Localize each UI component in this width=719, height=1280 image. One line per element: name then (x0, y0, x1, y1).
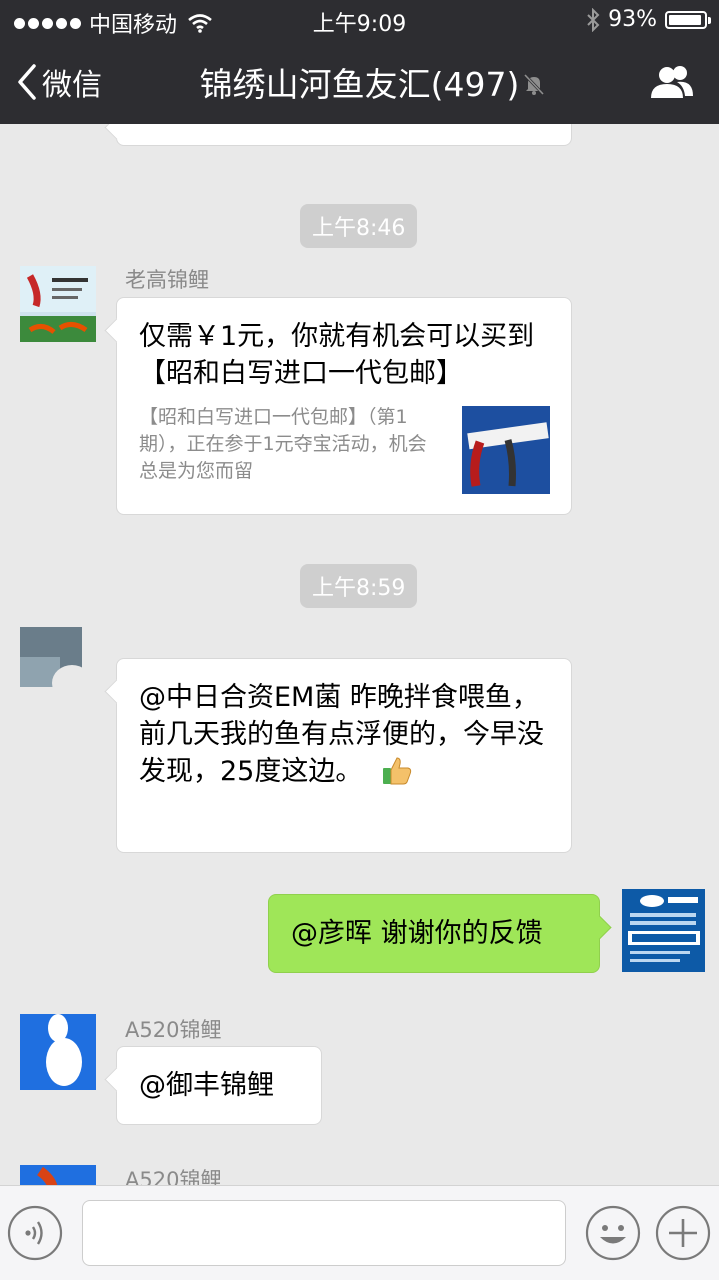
input-toolbar (0, 1185, 719, 1280)
timestamp: 上午8:59 (300, 564, 418, 608)
nav-bar: 微信 锦绣山河鱼友汇(497) (0, 40, 719, 124)
sender-name: A520锦鲤 (125, 1018, 222, 1042)
avatar[interactable] (20, 1014, 96, 1090)
user-avatar-image (20, 1014, 96, 1090)
sent-message-bubble[interactable]: @彦晖 谢谢你的反馈 (268, 894, 600, 973)
my-avatar[interactable] (622, 889, 705, 972)
shared-link-card[interactable]: 仅需￥1元，你就有机会可以买到【昭和白写进口一代包邮】 【昭和白写进口一代包邮】… (116, 297, 572, 515)
message-bubble[interactable]: @中日合资EM菌 昨晚拌食喂鱼，前几天我的鱼有点浮便的，今早没发现，25度这边。 (116, 658, 572, 853)
battery-percent: 93% (608, 7, 657, 32)
plus-icon[interactable] (654, 1204, 712, 1262)
share-description: 【昭和白写进口一代包邮】（第1 期），正在参于1元夺宝活动，机会总是为您而留 (139, 406, 427, 482)
group-members-icon[interactable] (649, 64, 695, 100)
previous-message-bubble (116, 124, 572, 146)
chat-title: 锦绣山河鱼友汇(497) (199, 65, 520, 104)
emoji-icon[interactable] (584, 1204, 642, 1262)
timestamp: 上午8:46 (300, 204, 418, 248)
share-title: 仅需￥1元，你就有机会可以买到【昭和白写进口一代包邮】 (139, 321, 535, 389)
message-text: @御丰锦鲤 (139, 1070, 274, 1101)
mute-bell-icon (523, 73, 545, 96)
sender-name: A520锦鲤 (125, 1168, 222, 1185)
message-list[interactable]: 上午8:46 老高锦鲤 仅需￥1元，你就有机会可以买到【昭和白写进口一代包邮】 … (0, 124, 719, 1185)
thumbs-up-emoji (382, 757, 412, 785)
message-input[interactable] (82, 1200, 566, 1266)
status-bar: 中国移动 上午9:09 93% (0, 0, 719, 40)
sender-name: 老高锦鲤 (125, 268, 209, 292)
message-bubble[interactable]: @御丰锦鲤 (116, 1046, 322, 1125)
user-avatar-image (20, 1165, 96, 1185)
share-thumbnail (462, 406, 550, 494)
message-text: @彦晖 谢谢你的反馈 (291, 918, 543, 949)
koi-ruler-image (462, 406, 550, 494)
avatar[interactable] (20, 627, 96, 703)
battery-icon (665, 10, 711, 29)
avatar[interactable] (20, 266, 96, 342)
message-text: @中日合资EM菌 昨晚拌食喂鱼，前几天我的鱼有点浮便的，今早没发现，25度这边。 (139, 682, 544, 787)
voice-icon[interactable] (6, 1204, 64, 1262)
user-avatar-image (20, 627, 96, 703)
user-avatar-image (20, 266, 96, 342)
user-avatar-image (622, 889, 705, 972)
bluetooth-icon (587, 7, 600, 32)
avatar[interactable] (20, 1165, 96, 1185)
